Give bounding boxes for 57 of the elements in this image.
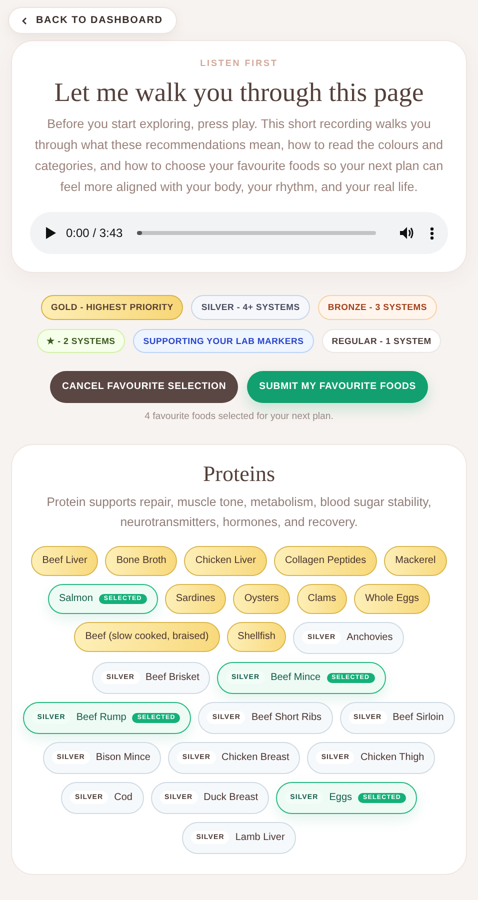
food-name: Beef Liver [42, 556, 88, 566]
food-chip[interactable]: Whole Eggs [354, 584, 430, 614]
volume-icon[interactable] [400, 227, 414, 240]
food-name: Beef Brisket [146, 672, 200, 683]
food-name: Bone Broth [116, 556, 166, 566]
play-icon[interactable] [46, 227, 56, 240]
food-chip[interactable]: Oysters [233, 584, 290, 614]
legend-tag: BRONZE - 3 SYSTEMS [318, 295, 437, 320]
food-name: Beef Sirloin [392, 712, 444, 723]
food-chip[interactable]: Collagen Peptides [274, 546, 378, 576]
food-name: Whole Eggs [365, 594, 420, 604]
section-description: Protein supports repair, muscle tone, metabolism, blood sugar stability, neurotransmitters, hormones, and recovery. [46, 494, 432, 531]
eyebrow-text: LISTEN FIRST [199, 57, 279, 70]
food-name: Beef Mince [270, 672, 321, 683]
food-name: Duck Breast [204, 792, 258, 803]
legend-tag: SILVER - 4+ SYSTEMS [191, 295, 310, 320]
food-chip[interactable]: Sardines [164, 584, 226, 614]
food-name: Lamb Liver [235, 832, 285, 843]
intro-paragraph: Before you start exploring, press play. This short recording walks you through what these recommendations mean, how to read the colours and categories, and how to choose your favourite foods so your next plan can feel more aligned with your body, your rhythm, and your real life. [34, 116, 444, 196]
food-name: Chicken Liver [195, 556, 256, 566]
food-chip[interactable]: Chicken Liver [184, 546, 267, 576]
food-chip[interactable]: Mackerel [384, 546, 447, 576]
food-name: Beef (slow cooked, braised) [85, 632, 209, 642]
food-chip[interactable]: Beef (slow cooked, braised) [74, 622, 220, 652]
food-chip[interactable]: Clams [296, 584, 348, 614]
food-name: Cod [114, 792, 132, 803]
food-name: Anchovies [346, 632, 393, 643]
food-name: Beef Rump [76, 712, 126, 723]
legend-tag: GOLD - HIGHEST PRIORITY [41, 295, 184, 320]
food-chip[interactable]: Bone Broth [105, 546, 178, 576]
food-name: Collagen Peptides [284, 556, 366, 566]
food-chip[interactable]: Shellfish [226, 622, 286, 652]
food-name: Beef Short Ribs [251, 712, 322, 723]
food-name: Mackerel [395, 556, 436, 566]
audio-player[interactable]: 0:00 / 3:43 [30, 212, 448, 254]
legend-tag: REGULAR - 1 SYSTEM [322, 328, 442, 354]
more-options-icon[interactable] [430, 226, 434, 240]
food-name: Salmon [58, 594, 93, 604]
section-title: Proteins [202, 461, 276, 488]
food-name: Chicken Breast [222, 752, 290, 763]
food-name: Clams [308, 594, 336, 604]
food-name: Sardines [176, 594, 216, 604]
progress-track[interactable] [136, 231, 376, 236]
food-name: Oysters [244, 594, 279, 604]
time-display: 0:00 / 3:43 [66, 225, 123, 242]
legend-tag: ★ - 2 SYSTEMS [36, 328, 126, 354]
food-name: Bison Mince [96, 752, 150, 763]
food-name: Eggs [329, 792, 352, 803]
cancel-button[interactable]: CANCEL FAVOURITE SELECTION [50, 371, 238, 403]
page-title: Let me walk you through this page [53, 76, 425, 108]
selection-note: 4 favourite foods selected for your next plan. [144, 410, 334, 424]
back-button[interactable]: BACK TO DASHBOARD [8, 7, 177, 34]
food-chip[interactable]: Beef Liver [31, 546, 98, 576]
chevron-left-icon [22, 16, 27, 24]
food-name: Chicken Thigh [360, 752, 424, 763]
food-name: Shellfish [238, 632, 276, 642]
legend-tag: SUPPORTING YOUR LAB MARKERS [133, 328, 314, 354]
